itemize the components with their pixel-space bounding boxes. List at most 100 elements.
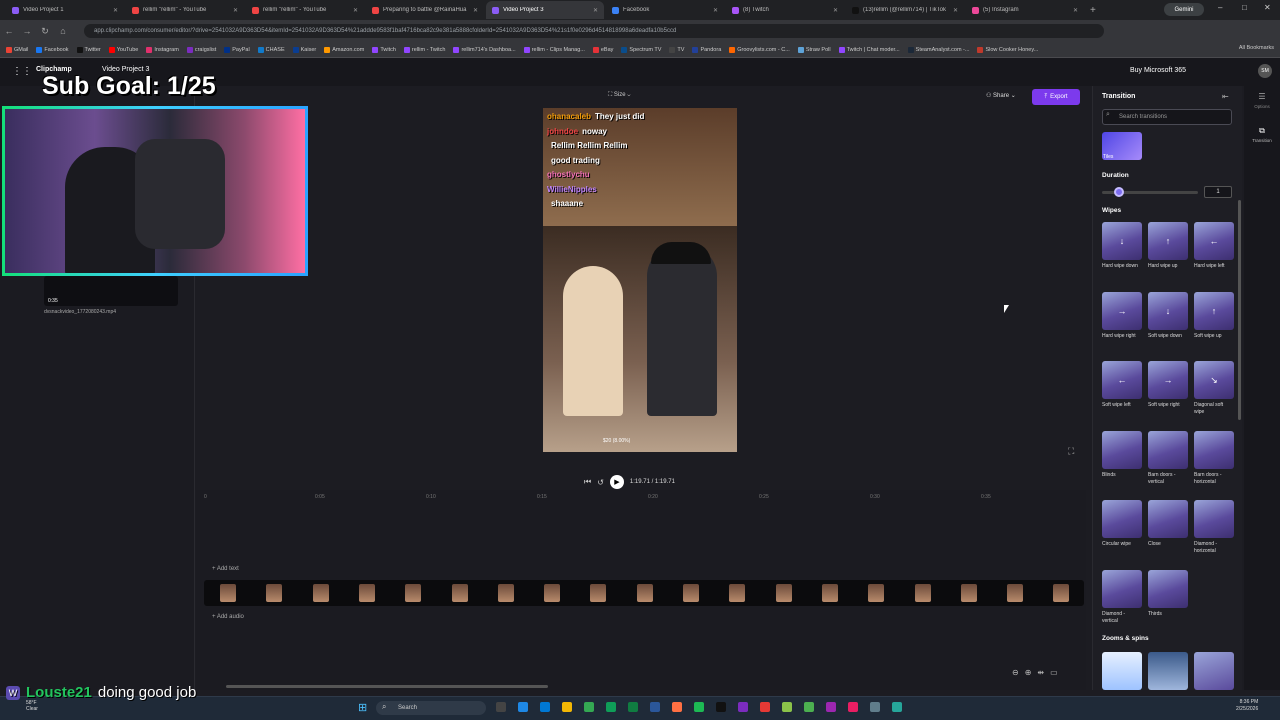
add-audio-button[interactable]: + Add audio	[212, 614, 244, 620]
taskbar-app-icon[interactable]	[650, 702, 660, 712]
browser-tab[interactable]: Preparing to battle @RainaHua ✕	[366, 1, 484, 19]
bookmark-link[interactable]: Groovylists.com - C...	[729, 46, 790, 53]
browser-tab[interactable]: (8) Twitch ✕	[726, 1, 844, 19]
taskbar-app-icon[interactable]	[826, 702, 836, 712]
taskbar-app-icon[interactable]	[584, 702, 594, 712]
video-track[interactable]	[204, 580, 1084, 606]
media-thumbnail[interactable]	[44, 276, 178, 306]
taskbar-app-icon[interactable]	[672, 702, 682, 712]
spin-transition-thumb[interactable]	[1194, 652, 1234, 690]
transition-item[interactable]: ↘ Diagonal soft wipe	[1194, 361, 1234, 416]
timeline-clip[interactable]	[1053, 584, 1070, 602]
transition-item[interactable]: → Hard wipe right	[1102, 291, 1142, 340]
bookmark-link[interactable]: Pandora	[692, 46, 721, 53]
rewind-icon[interactable]: ↺	[597, 478, 604, 487]
all-bookmarks-link[interactable]: All Bookmarks	[1239, 45, 1274, 51]
buy-microsoft-365-link[interactable]: Buy Microsoft 365	[1130, 67, 1186, 74]
transition-item[interactable]: ← Hard wipe left	[1194, 222, 1234, 270]
fit-timeline-icon[interactable]: ⇹	[1037, 668, 1044, 677]
skip-back-icon[interactable]: ⏮	[584, 477, 591, 487]
tab-close-icon[interactable]: ✕	[833, 7, 838, 14]
tab-close-icon[interactable]: ✕	[713, 7, 718, 14]
zoom-transition-thumb[interactable]	[1102, 652, 1142, 690]
zoom-transition-thumb[interactable]	[1148, 652, 1188, 690]
bookmark-link[interactable]: Instagram	[146, 46, 179, 53]
taskbar-app-icon[interactable]	[496, 702, 506, 712]
taskbar-app-icon[interactable]	[694, 702, 704, 712]
timeline-clip[interactable]	[544, 584, 561, 602]
play-button[interactable]: ▶	[609, 475, 624, 489]
bookmark-link[interactable]: rellim - Clips Manag...	[523, 46, 585, 53]
transition-item[interactable]: Circular wipe	[1102, 500, 1142, 548]
fullscreen-icon[interactable]: ⛶	[1068, 446, 1074, 457]
timeline-clip[interactable]	[312, 584, 329, 602]
reload-icon[interactable]: ↻	[36, 26, 54, 37]
tab-close-icon[interactable]: ✕	[233, 7, 238, 14]
minimize-icon[interactable]: –	[1218, 3, 1222, 12]
transition-item[interactable]: ↓ Hard wipe down	[1102, 222, 1142, 270]
transition-item[interactable]: ↑ Soft wipe up	[1194, 291, 1234, 340]
size-button[interactable]: ⛶ Size ⌄	[608, 92, 630, 99]
bookmark-link[interactable]: eBay	[592, 46, 613, 53]
panel-scrollbar[interactable]	[1238, 200, 1241, 420]
browser-tab[interactable]: Video Project 3 ✕	[486, 1, 604, 19]
browser-tab[interactable]: (13)rellim (@rellim714) | TikTok ✕	[846, 1, 964, 19]
bookmark-link[interactable]: Facebook	[36, 46, 69, 53]
tab-close-icon[interactable]: ✕	[353, 7, 358, 14]
bookmark-link[interactable]: GMail	[6, 46, 28, 53]
transition-item[interactable]: Close	[1148, 500, 1188, 548]
transition-item[interactable]: Diamond - horizontal	[1194, 500, 1234, 555]
home-icon[interactable]: ⌂	[54, 26, 72, 36]
browser-tab[interactable]: (5) Instagram ✕	[966, 1, 1084, 19]
timeline-clip[interactable]	[590, 584, 607, 602]
timeline-clip[interactable]	[497, 584, 514, 602]
new-tab-icon[interactable]: +	[1090, 5, 1096, 16]
bookmark-link[interactable]: Twitter	[76, 46, 101, 53]
tab-close-icon[interactable]: ✕	[113, 7, 118, 14]
system-clock[interactable]: 8:36 PM 2/25/2026	[1236, 699, 1258, 713]
transition-item[interactable]: Thirds	[1148, 569, 1188, 618]
transition-item[interactable]: ↑ Hard wipe up	[1148, 222, 1188, 270]
app-grid-icon[interactable]: ⋮⋮	[12, 66, 32, 77]
options-icon[interactable]: ☰	[1253, 92, 1271, 101]
weather-widget[interactable]: 58°F Clear	[26, 700, 38, 712]
collapse-icon[interactable]: ▭	[1050, 668, 1058, 677]
bookmark-link[interactable]: Twitch | Chat moder...	[838, 46, 900, 53]
duration-slider-knob[interactable]	[1114, 187, 1124, 197]
taskbar-app-icon[interactable]	[804, 702, 814, 712]
search-transitions-input[interactable]: Search transitions	[1102, 109, 1232, 125]
bookmark-link[interactable]: Kaiser	[292, 46, 316, 53]
forward-icon[interactable]: →	[18, 26, 36, 36]
gemini-button[interactable]: Gemini	[1164, 3, 1204, 16]
timeline-clip[interactable]	[868, 584, 885, 602]
timeline-clip[interactable]	[636, 584, 653, 602]
browser-tab[interactable]: rellim "rellim" - YouTube ✕	[246, 1, 364, 19]
taskbar-app-icon[interactable]	[518, 702, 528, 712]
taskbar-app-icon[interactable]	[870, 702, 880, 712]
browser-tab[interactable]: Video Project 1 ✕	[6, 1, 124, 19]
browser-tab[interactable]: rellim "rellim" - YouTube ✕	[126, 1, 244, 19]
transition-item[interactable]: ← Soft wipe left	[1102, 361, 1142, 409]
taskbar-app-icon[interactable]	[628, 702, 638, 712]
timeline-clip[interactable]	[220, 584, 236, 602]
timeline-clip[interactable]	[821, 584, 838, 602]
taskbar-app-icon[interactable]	[738, 702, 748, 712]
timeline-clip[interactable]	[729, 584, 746, 602]
url-field[interactable]: app.clipchamp.com/consumer/editor/?drive…	[84, 24, 1104, 38]
taskbar-search[interactable]: Search	[376, 701, 486, 715]
taskbar-app-icon[interactable]	[606, 702, 616, 712]
windows-start-icon[interactable]: ⊞	[358, 701, 367, 714]
taskbar-app-icon[interactable]	[848, 702, 858, 712]
collapse-panel-icon[interactable]: ⇤	[1222, 92, 1229, 101]
transition-item[interactable]: ↓ Soft wipe down	[1148, 291, 1188, 340]
timeline-clip[interactable]	[914, 584, 931, 602]
taskbar-app-icon[interactable]	[716, 702, 726, 712]
taskbar-app-icon[interactable]	[892, 702, 902, 712]
bookmark-link[interactable]: rellim714's Dashboa...	[453, 46, 516, 53]
timeline-clip[interactable]	[405, 584, 422, 602]
timeline-clip[interactable]	[1007, 584, 1024, 602]
bookmark-link[interactable]: Amazon.com	[324, 46, 364, 53]
taskbar-app-icon[interactable]	[562, 702, 572, 712]
timeline-clip[interactable]	[775, 584, 792, 602]
maximize-icon[interactable]: □	[1242, 3, 1247, 12]
